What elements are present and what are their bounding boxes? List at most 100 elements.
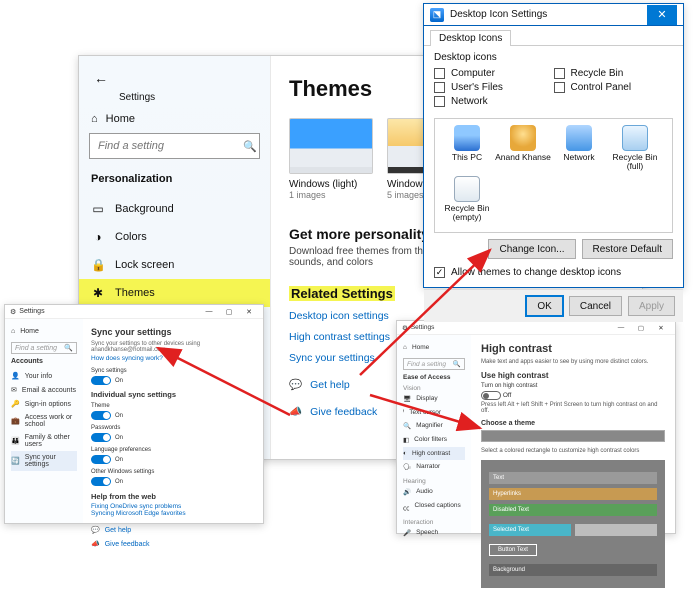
nav-audio[interactable]: 🔊Audio: [403, 485, 465, 499]
swatch-text[interactable]: Text: [489, 472, 657, 484]
change-icon-button[interactable]: Change Icon...: [488, 239, 575, 259]
restore-default-button[interactable]: Restore Default: [582, 239, 673, 259]
page-title: High contrast: [481, 343, 665, 355]
nav-themes[interactable]: ✱Themes: [79, 279, 270, 307]
nav-email-accounts[interactable]: ✉Email & accounts: [11, 383, 77, 397]
theme-dropdown[interactable]: [481, 430, 665, 442]
close-button[interactable]: ✕: [240, 307, 258, 317]
preview-label: Network: [563, 152, 594, 162]
use-hc-heading: Use high contrast: [481, 371, 665, 380]
sidebar-home[interactable]: ⌂Home: [11, 325, 77, 338]
toggle-state: On: [115, 435, 123, 441]
sidebar-category: Ease of Access: [403, 374, 465, 381]
toggle-other-windows[interactable]: On: [91, 477, 255, 486]
checkbox-users-files[interactable]: User's Files: [434, 82, 554, 93]
preview-label: Recycle Bin (full): [613, 152, 658, 171]
close-button[interactable]: ✕: [652, 323, 670, 333]
nav-sync-settings[interactable]: 🔄Sync your settings: [11, 451, 77, 471]
maximize-button[interactable]: ▢: [220, 307, 238, 317]
nav-label: Narrator: [416, 463, 440, 471]
preview-recycle-empty[interactable]: Recycle Bin (empty): [439, 176, 495, 223]
gear-icon: ⚙: [402, 324, 408, 332]
swatch-selected-text[interactable]: Selected Text: [489, 524, 571, 536]
nav-lock-screen[interactable]: 🔒 Lock screen: [79, 251, 270, 279]
nav-display[interactable]: 🖥Display: [403, 392, 465, 406]
search-input[interactable]: [96, 139, 243, 153]
theme-item[interactable]: Windows 5 images: [387, 118, 427, 200]
nav-closed-captions[interactable]: ㏄Closed captions: [403, 499, 465, 515]
swatch-disabled[interactable]: Disabled Text: [489, 504, 657, 516]
help-label: Get help: [310, 379, 350, 391]
maximize-button[interactable]: ▢: [632, 323, 650, 333]
checkbox-label: Control Panel: [571, 82, 632, 93]
give-feedback-link[interactable]: 📣Give feedback: [91, 537, 255, 551]
nav-speech[interactable]: 🎤Speech: [403, 526, 465, 540]
dialog-icon: ⬔: [430, 8, 444, 22]
toggle-passwords[interactable]: On: [91, 433, 255, 442]
swatch-background[interactable]: Background: [489, 564, 657, 576]
minimize-button[interactable]: —: [200, 307, 218, 317]
search-input[interactable]: Find a setting🔍: [11, 342, 77, 354]
swatch-hyperlinks[interactable]: Hyperlinks: [489, 488, 657, 500]
apply-button[interactable]: Apply: [628, 296, 675, 316]
sync-desc: Sync your settings to other devices usin…: [91, 341, 255, 353]
hc-content: High contrast Make text and apps easier …: [471, 335, 675, 596]
lock-icon: 🔒: [91, 258, 105, 272]
preview-network[interactable]: Network: [551, 125, 607, 172]
cancel-button[interactable]: Cancel: [569, 296, 622, 316]
ok-button[interactable]: OK: [526, 296, 562, 316]
nav-colors[interactable]: ◑Colors: [79, 223, 270, 251]
minimize-button[interactable]: —: [612, 323, 630, 333]
nav-family[interactable]: 👪Family & other users: [11, 431, 77, 451]
sidebar-category: Personalization: [91, 173, 270, 185]
nav-narrator[interactable]: 🗣Narrator: [403, 460, 465, 474]
search-input-wrapper[interactable]: 🔍: [89, 133, 260, 159]
preview-user-folder[interactable]: Anand Khanse: [495, 125, 551, 172]
sidebar-home[interactable]: ⌂ Home: [91, 113, 270, 125]
link-how-syncing-works[interactable]: How does syncing work?: [91, 355, 255, 362]
theme-item[interactable]: Windows (light) 1 images: [289, 118, 373, 200]
nav-label: Access work or school: [25, 414, 77, 428]
nav-label: High contrast: [412, 450, 450, 457]
toggle-language[interactable]: On: [91, 455, 255, 464]
sidebar-home[interactable]: ⌂Home: [403, 341, 465, 354]
nav-background[interactable]: ▭Background: [79, 195, 270, 223]
help-icon: 💬: [289, 378, 302, 391]
nav-high-contrast[interactable]: ◐High contrast: [403, 447, 465, 460]
preview-recycle-full[interactable]: Recycle Bin (full): [607, 125, 663, 172]
swatch-button-text[interactable]: Button Text: [489, 544, 537, 556]
checkbox-control-panel[interactable]: Control Panel: [554, 82, 674, 93]
nav-work-school[interactable]: 💼Access work or school: [11, 411, 77, 431]
nav-signin-options[interactable]: 🔑Sign-in options: [11, 397, 77, 411]
preview-this-pc[interactable]: This PC: [439, 125, 495, 172]
tab-desktop-icons[interactable]: Desktop Icons: [430, 30, 511, 46]
select-hint: Select a colored rectangle to customize …: [481, 448, 665, 454]
toggle-high-contrast[interactable]: Off: [481, 391, 665, 400]
link-edge-favorites-help[interactable]: Syncing Microsoft Edge favorites: [91, 510, 255, 517]
nav-text-cursor[interactable]: ꞋText cursor: [403, 406, 465, 419]
sidebar-category: Accounts: [11, 358, 77, 365]
window-chrome: ⚙ Settings —▢✕: [5, 305, 263, 319]
nav-label: Lock screen: [115, 259, 174, 271]
checkbox-computer[interactable]: Computer: [434, 68, 554, 79]
app-title: Settings: [19, 308, 44, 315]
checkbox-allow-themes[interactable]: Allow themes to change desktop icons: [434, 267, 673, 278]
toggle-sync-settings[interactable]: On: [91, 376, 255, 385]
nav-label: Your info: [25, 373, 52, 380]
nav-label: Email & accounts: [22, 387, 76, 394]
nav-your-info[interactable]: 👤Your info: [11, 369, 77, 383]
toggle-theme[interactable]: On: [91, 411, 255, 420]
checkbox-network[interactable]: Network: [434, 96, 554, 107]
search-icon: 🔍: [64, 344, 73, 352]
back-button[interactable]: ←: [89, 66, 113, 90]
get-help-link[interactable]: 💬Get help: [91, 523, 255, 537]
search-input[interactable]: Find a setting🔍: [403, 358, 465, 370]
checkbox-recycle-bin[interactable]: Recycle Bin: [554, 68, 674, 79]
nav-color-filters[interactable]: ◧Color filters: [403, 433, 465, 447]
sync-master-label: Sync settings: [91, 368, 255, 374]
nav-magnifier[interactable]: 🔍Magnifier: [403, 419, 465, 433]
close-button[interactable]: ✕: [647, 5, 677, 25]
link-onedrive-help[interactable]: Fixing OneDrive sync problems: [91, 503, 255, 510]
toggle-state: On: [115, 479, 123, 485]
group-label: Desktop icons: [434, 52, 673, 63]
